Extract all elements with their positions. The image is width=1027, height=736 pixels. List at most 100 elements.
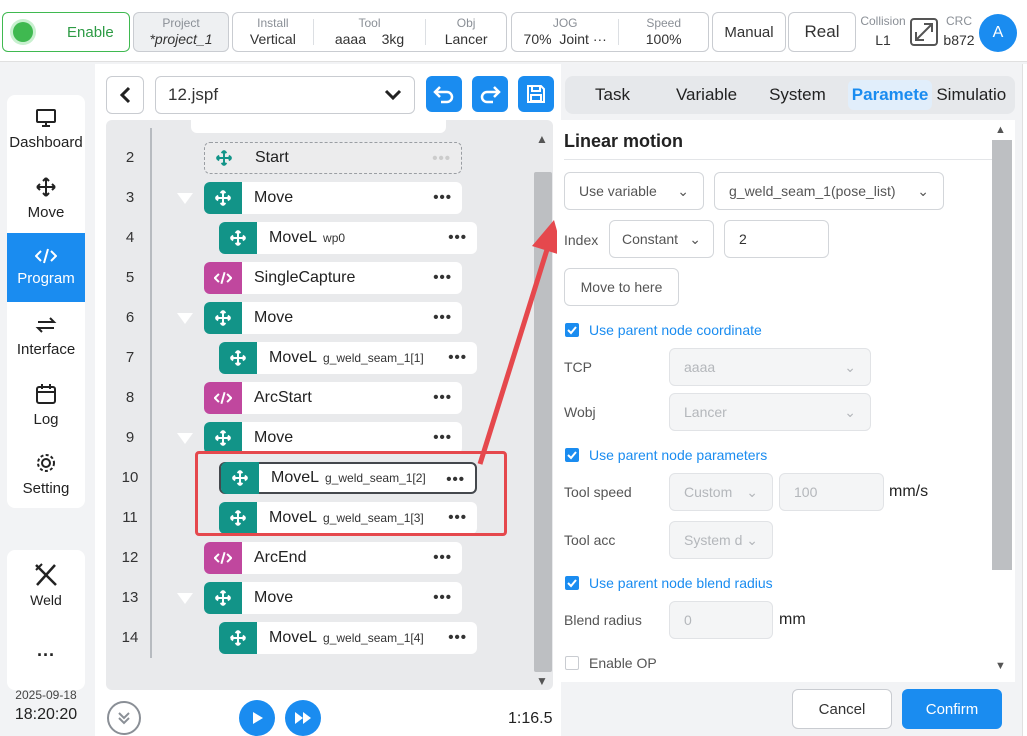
sidebar-item-program[interactable]: Program [7, 233, 85, 302]
project-label: Project [162, 15, 200, 30]
collision-indicator[interactable]: Collision L1 [858, 14, 908, 48]
tree-node-arcend[interactable]: ArcEnd ••• [204, 542, 462, 574]
tree-node-movel[interactable]: MoveL g_weld_seam_1[4] ••• [219, 622, 477, 654]
more-icon[interactable]: ••• [433, 190, 452, 205]
play-icon [253, 712, 263, 724]
sidebar-more-button[interactable]: ··· [7, 620, 85, 690]
file-select[interactable]: 12.jspf [155, 76, 415, 114]
sidebar-item-log[interactable]: Log [7, 371, 85, 440]
scroll-up-arrow[interactable]: ▲ [536, 132, 548, 146]
move-to-here-button[interactable]: Move to here [564, 268, 679, 306]
install-value: Vertical [249, 30, 296, 47]
collapse-triangle-icon[interactable] [177, 313, 193, 324]
tab-parameter[interactable]: Paramete [847, 80, 933, 110]
enable-op-checkbox[interactable]: Enable OP [565, 655, 657, 671]
jog-mode: Joint ··· [559, 30, 607, 47]
node-label: SingleCapture [254, 269, 356, 286]
tool-acc-select[interactable]: System d ⌄ [669, 521, 773, 559]
cancel-button[interactable]: Cancel [792, 689, 892, 729]
param-scrollbar[interactable] [992, 140, 1012, 570]
more-icon[interactable]: ••• [433, 430, 452, 445]
tree-node-movel[interactable]: MoveL wp0 ••• [219, 222, 477, 254]
checkbox-checked-icon [565, 576, 579, 590]
wobj-select[interactable]: Lancer ⌄ [669, 393, 871, 431]
tcp-select[interactable]: aaaa ⌄ [669, 348, 871, 386]
collapse-triangle-icon[interactable] [177, 593, 193, 604]
real-mode-button[interactable]: Real [788, 12, 856, 52]
collapse-triangle-icon[interactable] [177, 433, 193, 444]
collapse-triangle-icon[interactable] [177, 193, 193, 204]
tab-variable[interactable]: Variable [666, 80, 747, 110]
sidebar-item-setting[interactable]: Setting [7, 440, 85, 508]
tool-speed-value: 100 [794, 484, 818, 500]
scroll-down-arrow[interactable]: ▼ [536, 674, 548, 688]
back-button[interactable] [106, 76, 144, 114]
tree-node-move[interactable]: Move ••• [204, 182, 462, 214]
jog-speed-box[interactable]: JOG 70% Joint ··· Speed 100% [511, 12, 709, 52]
more-icon[interactable]: ••• [433, 310, 452, 325]
install-tool-obj-box[interactable]: Install Vertical Tool aaaa 3kg Obj Lancer [232, 12, 507, 52]
tool-speed-input[interactable]: 100 [779, 473, 884, 511]
more-icon[interactable]: ••• [433, 390, 452, 405]
redo-icon [480, 86, 501, 104]
more-icon[interactable]: ••• [433, 270, 452, 285]
sidebar-item-move[interactable]: Move [7, 164, 85, 233]
more-icon[interactable]: ••• [432, 151, 451, 166]
redo-button[interactable] [472, 76, 508, 112]
use-parent-blend-checkbox[interactable]: Use parent node blend radius [565, 575, 773, 591]
tool-acc-label: Tool acc [564, 532, 616, 548]
move-arrows-icon [204, 422, 242, 454]
line-number: 10 [121, 469, 139, 486]
undo-button[interactable] [426, 76, 462, 112]
enable-button[interactable]: Enable [2, 12, 130, 52]
enable-op-label: Enable OP [589, 655, 657, 671]
jog-percent: 70% [523, 30, 552, 47]
expand-icon[interactable] [910, 18, 938, 51]
tree-node-arcstart[interactable]: ArcStart ••• [204, 382, 462, 414]
project-box[interactable]: Project *project_1 [133, 12, 229, 52]
step-button[interactable] [285, 700, 321, 736]
chevron-down-icon: ⌄ [844, 358, 856, 375]
collapse-all-button[interactable] [107, 701, 141, 735]
node-label: MoveL [269, 629, 318, 646]
index-value-input[interactable]: 2 [724, 220, 829, 258]
tree-node-singlecapture[interactable]: SingleCapture ••• [204, 262, 462, 294]
tree-node-start[interactable]: Start ••• [204, 142, 462, 174]
save-button[interactable] [518, 76, 554, 112]
sidebar-item-weld[interactable]: Weld [7, 550, 85, 620]
more-icon[interactable]: ••• [433, 590, 452, 605]
node-label: Move [254, 309, 294, 326]
use-parent-params-checkbox[interactable]: Use parent node parameters [565, 447, 767, 463]
confirm-button[interactable]: Confirm [902, 689, 1002, 729]
tab-simulation[interactable]: Simulatio [932, 80, 1010, 110]
tree-node-move[interactable]: Move ••• [204, 422, 462, 454]
more-icon[interactable]: ••• [448, 350, 467, 365]
tree-node-move[interactable]: Move ••• [204, 302, 462, 334]
tree-node-movel[interactable]: MoveL g_weld_seam_1[1] ••• [219, 342, 477, 374]
tab-system[interactable]: System [759, 80, 836, 110]
manual-mode-button[interactable]: Manual [712, 12, 786, 52]
use-parent-blend-label: Use parent node blend radius [589, 575, 773, 591]
time-text: 18:20:20 [14, 706, 78, 723]
save-icon [527, 85, 545, 103]
sidebar-item-dashboard[interactable]: Dashboard [7, 95, 85, 164]
pose-source-select[interactable]: Use variable ⌄ [564, 172, 704, 210]
more-icon[interactable]: ••• [448, 230, 467, 245]
param-scroll-up[interactable]: ▲ [995, 124, 1006, 136]
index-type-select[interactable]: Constant ⌄ [609, 220, 714, 258]
sidebar-item-interface[interactable]: Interface [7, 302, 85, 371]
checkbox-checked-icon [565, 448, 579, 462]
user-avatar[interactable]: A [979, 14, 1017, 52]
index-value: 2 [739, 231, 747, 247]
more-icon[interactable]: ••• [448, 630, 467, 645]
blend-radius-input[interactable]: 0 [669, 601, 773, 639]
more-icon[interactable]: ••• [433, 550, 452, 565]
tab-task[interactable]: Task [585, 80, 640, 110]
tool-speed-type-select[interactable]: Custom ⌄ [669, 473, 773, 511]
param-scroll-down[interactable]: ▼ [995, 660, 1006, 672]
pose-variable-select[interactable]: g_weld_seam_1(pose_list) ⌄ [714, 172, 944, 210]
pose-source-value: Use variable [579, 183, 657, 199]
use-parent-coord-checkbox[interactable]: Use parent node coordinate [565, 322, 762, 338]
tree-node-move[interactable]: Move ••• [204, 582, 462, 614]
play-button[interactable] [239, 700, 275, 736]
